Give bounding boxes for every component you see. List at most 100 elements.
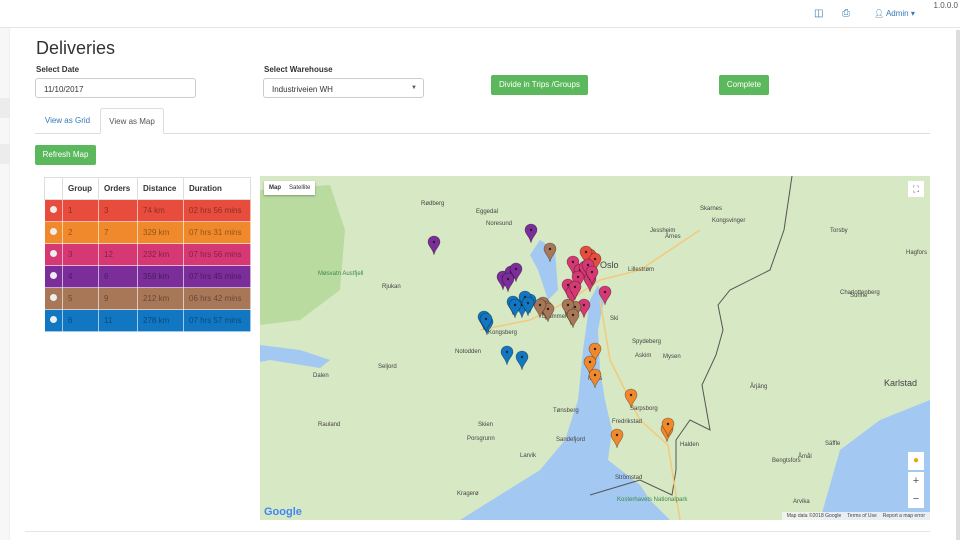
row-radio[interactable] — [44, 287, 63, 310]
report-error-link[interactable]: Report a map error — [883, 513, 925, 519]
marker-dot — [571, 260, 575, 264]
warehouse-label: Select Warehouse — [264, 65, 333, 74]
table-row[interactable]: 5 9 212 km 06 hrs 42 mins — [44, 287, 251, 310]
radio-button[interactable] — [50, 294, 57, 301]
delivery-marker-group-6[interactable] — [515, 350, 529, 371]
marker-dot — [548, 247, 552, 251]
place-label: Kragerø — [457, 491, 479, 497]
google-logo: Google — [264, 506, 302, 518]
place-label: Lillestrøm — [628, 267, 654, 273]
place-label: Hagfors — [906, 250, 927, 256]
radio-button[interactable] — [50, 206, 57, 213]
fullscreen-icon[interactable]: ⛶ — [908, 181, 924, 197]
sidebar — [0, 28, 10, 540]
place-label: Sarpsborg — [630, 406, 658, 412]
groups-table: Group Orders Distance Duration 1 3 74 km… — [44, 177, 251, 332]
place-label: Skarnes — [700, 206, 722, 212]
place-label: Dalen — [313, 373, 329, 379]
table-row[interactable]: 1 3 74 km 02 hrs 56 mins — [44, 199, 251, 222]
delivery-marker-group-4[interactable] — [524, 223, 538, 244]
cell-orders: 12 — [98, 243, 138, 266]
scrollbar[interactable] — [956, 30, 960, 540]
place-label: Torsby — [830, 228, 848, 234]
footer-divider — [25, 531, 930, 532]
header-group: Group — [62, 177, 99, 200]
cell-group: 3 — [62, 243, 99, 266]
marker-dot — [615, 433, 619, 437]
header-distance: Distance — [137, 177, 184, 200]
delivery-marker-group-6[interactable] — [500, 345, 514, 366]
marker-dot — [526, 301, 530, 305]
marker-dot — [566, 303, 570, 307]
map-canvas[interactable]: Oslo LillestrømJessheimÅrnesKongsvingerSk… — [260, 176, 930, 520]
row-radio[interactable] — [44, 265, 63, 288]
marker-dot — [538, 303, 542, 307]
table-header: Group Orders Distance Duration — [44, 177, 251, 200]
divide-trips-button[interactable]: Divide in Trips /Groups — [491, 75, 588, 95]
warehouse-value: Industriveien WH — [272, 85, 333, 94]
table-row[interactable]: 6 11 278 km 07 hrs 57 mins — [44, 309, 251, 332]
zoom-in-button[interactable]: + — [908, 472, 924, 490]
cell-orders: 9 — [98, 287, 138, 310]
street-view-pegman-icon[interactable]: ● — [908, 452, 924, 470]
cell-orders: 6 — [98, 265, 138, 288]
table-row[interactable]: 2 7 329 km 07 hrs 31 mins — [44, 221, 251, 244]
cell-duration: 07 hrs 31 mins — [183, 221, 251, 244]
row-radio[interactable] — [44, 309, 63, 332]
lake — [260, 345, 330, 368]
marker-dot — [588, 360, 592, 364]
sidebar-item[interactable] — [0, 144, 10, 164]
place-label: Sandefjord — [556, 437, 585, 443]
marker-dot — [506, 277, 510, 281]
map-type-map[interactable]: Map — [269, 185, 281, 191]
marker-dot — [576, 275, 580, 279]
marker-dot — [573, 305, 577, 309]
map[interactable]: Oslo Lillestrøm Jessheim Årnes Kongsvinger Sk… — [260, 176, 930, 520]
table-row[interactable]: 3 12 232 km 07 hrs 56 mins — [44, 243, 251, 266]
user-menu[interactable]: 👤︎ Admin ▾ — [874, 9, 915, 18]
date-input[interactable]: 11/10/2017 — [35, 78, 196, 98]
complete-button[interactable]: Complete — [719, 75, 769, 95]
delivery-marker-group-6[interactable] — [508, 298, 522, 319]
columns-icon[interactable]: ◫ — [814, 8, 823, 19]
place-label: Seljord — [378, 364, 397, 370]
table-row[interactable]: 4 6 359 km 07 hrs 45 mins — [44, 265, 251, 288]
warehouse-select[interactable]: Industriveien WH ▼ — [263, 78, 424, 98]
cell-distance: 359 km — [137, 265, 184, 288]
sidebar-item[interactable] — [0, 98, 10, 118]
delivery-marker-group-4[interactable] — [501, 272, 515, 293]
place-label: Karlstad — [884, 378, 917, 388]
place-label: Porsgrunn — [467, 436, 495, 442]
zoom-out-button[interactable]: − — [908, 490, 924, 508]
marker-dot — [593, 257, 597, 261]
map-type-satellite[interactable]: Satellite — [289, 185, 310, 191]
terms-link[interactable]: Terms of Use — [847, 513, 876, 519]
tab-view-as-map[interactable]: View as Map — [100, 108, 164, 134]
radio-button[interactable] — [50, 316, 57, 323]
marker-dot — [484, 317, 488, 321]
radio-button[interactable] — [50, 272, 57, 279]
row-radio[interactable] — [44, 221, 63, 244]
version-label: 1.0.0.0 — [933, 1, 958, 10]
radio-button[interactable] — [50, 228, 57, 235]
delivery-marker-group-5[interactable] — [566, 308, 580, 329]
refresh-map-button[interactable]: Refresh Map — [35, 145, 96, 165]
cell-distance: 74 km — [137, 199, 184, 222]
row-radio[interactable] — [44, 243, 63, 266]
delivery-marker-group-2[interactable] — [610, 428, 624, 449]
place-label: Säffle — [825, 441, 841, 447]
print-icon[interactable]: ⎙ — [842, 8, 850, 19]
cell-duration: 06 hrs 42 mins — [183, 287, 251, 310]
map-type-control: Map Satellite — [264, 181, 316, 195]
marker-dot — [603, 290, 607, 294]
place-label: Årjäng — [750, 383, 767, 390]
marker-dot — [666, 422, 670, 426]
delivery-marker-group-4[interactable] — [427, 235, 441, 256]
header-orders: Orders — [98, 177, 138, 200]
radio-button[interactable] — [50, 250, 57, 257]
cell-orders: 11 — [98, 309, 138, 332]
tab-view-as-grid[interactable]: View as Grid — [35, 108, 100, 133]
row-radio[interactable] — [44, 199, 63, 222]
date-label: Select Date — [36, 65, 80, 74]
place-label: Rjukan — [382, 284, 401, 290]
